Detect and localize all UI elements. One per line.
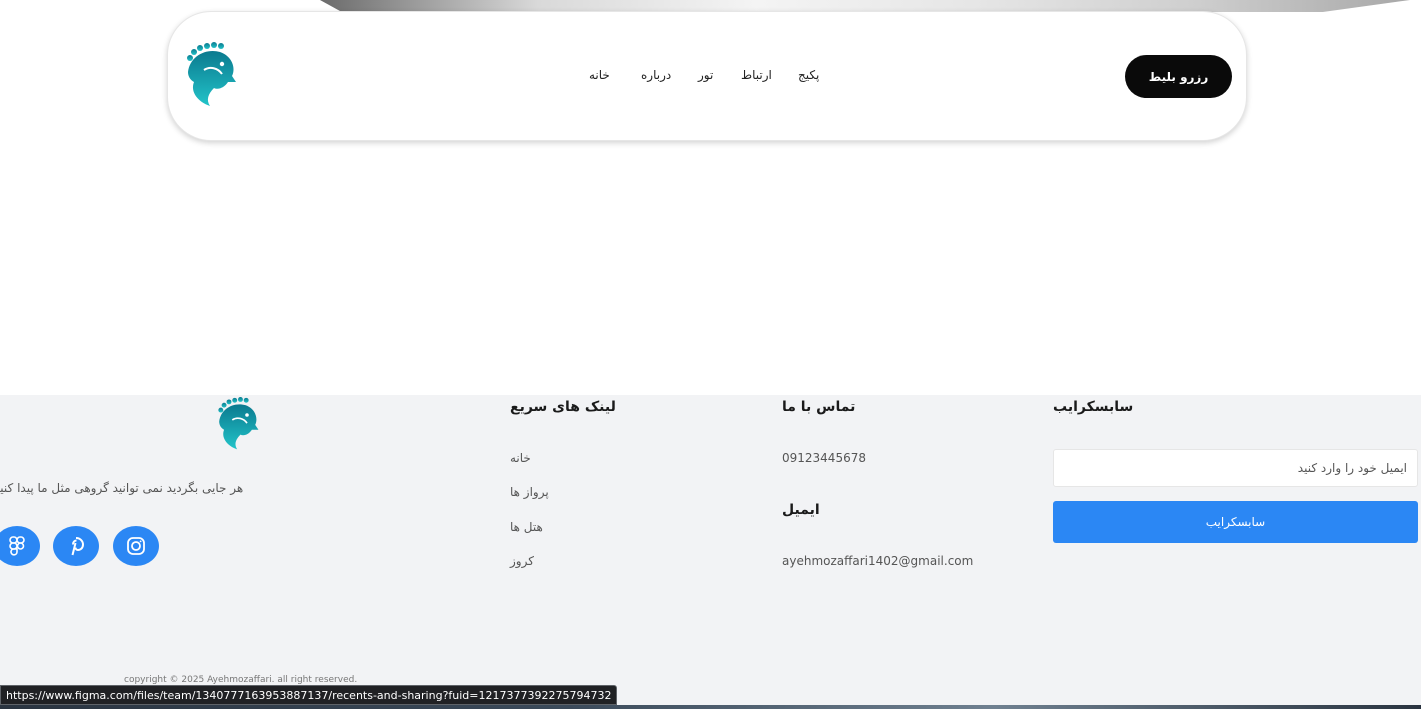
footer-logo[interactable] <box>212 397 264 451</box>
nav-link-tour[interactable]: تور <box>698 68 713 82</box>
header-nav-card: خانه درباره تور ارتباط پکیج رزرو بلیط <box>167 11 1247 141</box>
site-footer: هر جایی بگردید نمی توانید گروهی مثل ما پ… <box>0 395 1421 709</box>
copyright-text: copyright © 2025 Ayehmozaffari. all righ… <box>124 675 358 685</box>
quick-links-title: لینک های سریع <box>510 399 616 415</box>
footer-link-cruise[interactable]: کروز <box>510 554 534 568</box>
figma-icon[interactable] <box>0 526 40 566</box>
contact-phone: 09123445678 <box>782 451 866 465</box>
taskbar-edge <box>0 705 1421 709</box>
pinterest-icon[interactable] <box>53 526 99 566</box>
footer-link-home[interactable]: خانه <box>510 451 531 465</box>
book-ticket-button[interactable]: رزرو بلیط <box>1125 55 1232 98</box>
brand-logo[interactable] <box>180 42 242 108</box>
subscribe-button[interactable]: سابسکرایب <box>1053 501 1418 543</box>
nav-link-package[interactable]: پکیج <box>798 68 819 82</box>
email-title: ایمیل <box>782 502 820 518</box>
nav-link-contact[interactable]: ارتباط <box>741 68 772 82</box>
footer-tagline: هر جایی بگردید نمی توانید گروهی مثل ما پ… <box>0 481 244 495</box>
link-hover-status: https://www.figma.com/files/team/1340777… <box>0 685 618 705</box>
footer-link-hotels[interactable]: هتل ها <box>510 520 543 534</box>
nav-link-about[interactable]: درباره <box>641 68 671 82</box>
footer-link-flights[interactable]: پرواز ها <box>510 485 549 499</box>
instagram-icon[interactable] <box>113 526 159 566</box>
subscribe-email-input[interactable] <box>1053 449 1418 487</box>
contact-email: ayehmozaffari1402@gmail.com <box>782 554 974 568</box>
subscribe-title: سابسکرایب <box>1053 399 1134 415</box>
nav-link-home[interactable]: خانه <box>589 68 610 82</box>
contact-title: تماس با ما <box>782 399 856 415</box>
